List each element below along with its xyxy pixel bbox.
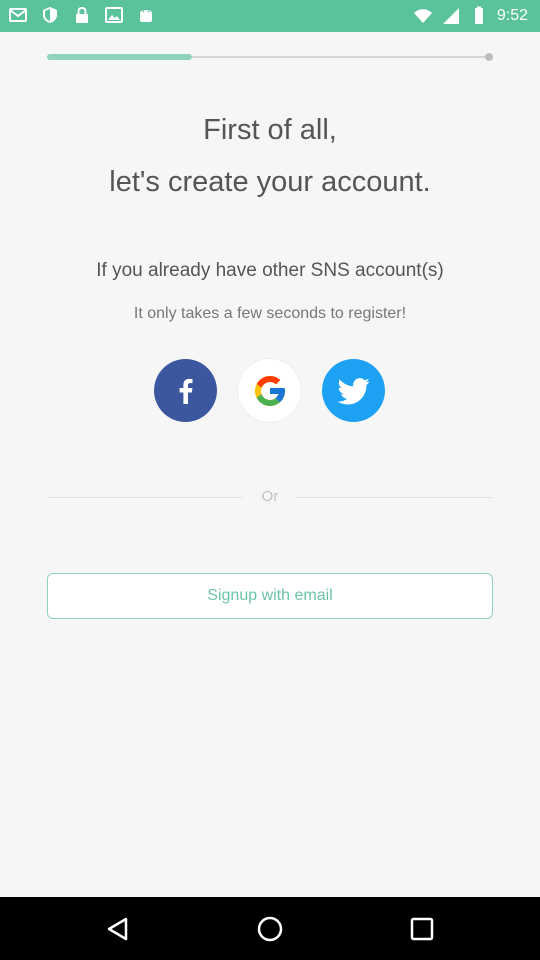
recent-apps-button[interactable] (406, 913, 438, 945)
progress-end-dot (485, 53, 493, 61)
or-label: Or (261, 488, 279, 505)
signal-icon (442, 8, 459, 24)
gmail-icon (9, 8, 27, 22)
google-icon (254, 375, 285, 406)
twitter-login-button[interactable] (322, 359, 385, 422)
signup-with-email-button[interactable]: Signup with email (47, 573, 493, 619)
progress-fill (47, 54, 193, 60)
facebook-icon (179, 378, 192, 404)
shield-icon (43, 7, 57, 23)
clock: 9:52 (496, 7, 528, 24)
image-icon (105, 7, 123, 23)
android-icon (140, 10, 152, 22)
back-button[interactable] (102, 913, 134, 945)
google-login-button[interactable] (238, 359, 301, 422)
sns-subtitle: It only takes a few seconds to register! (133, 305, 407, 322)
recent-apps-icon (410, 917, 434, 941)
lock-icon (76, 6, 88, 23)
twitter-icon (337, 377, 370, 404)
facebook-login-button[interactable] (154, 359, 217, 422)
notification-icons (8, 5, 156, 25)
headline-line-2: let's create your account. (109, 166, 431, 198)
battery-icon (474, 6, 483, 24)
sns-title: If you already have other SNS account(s) (96, 260, 444, 281)
status-bar: 9:52 (0, 0, 540, 32)
home-button[interactable] (254, 913, 286, 945)
signup-progress-bar (47, 52, 493, 62)
system-icons: 9:52 (413, 4, 528, 28)
home-icon (257, 916, 283, 942)
wifi-icon (413, 9, 432, 23)
back-icon (107, 917, 128, 941)
headline-line-1: First of all, (203, 114, 337, 146)
navigation-bar (0, 897, 540, 960)
